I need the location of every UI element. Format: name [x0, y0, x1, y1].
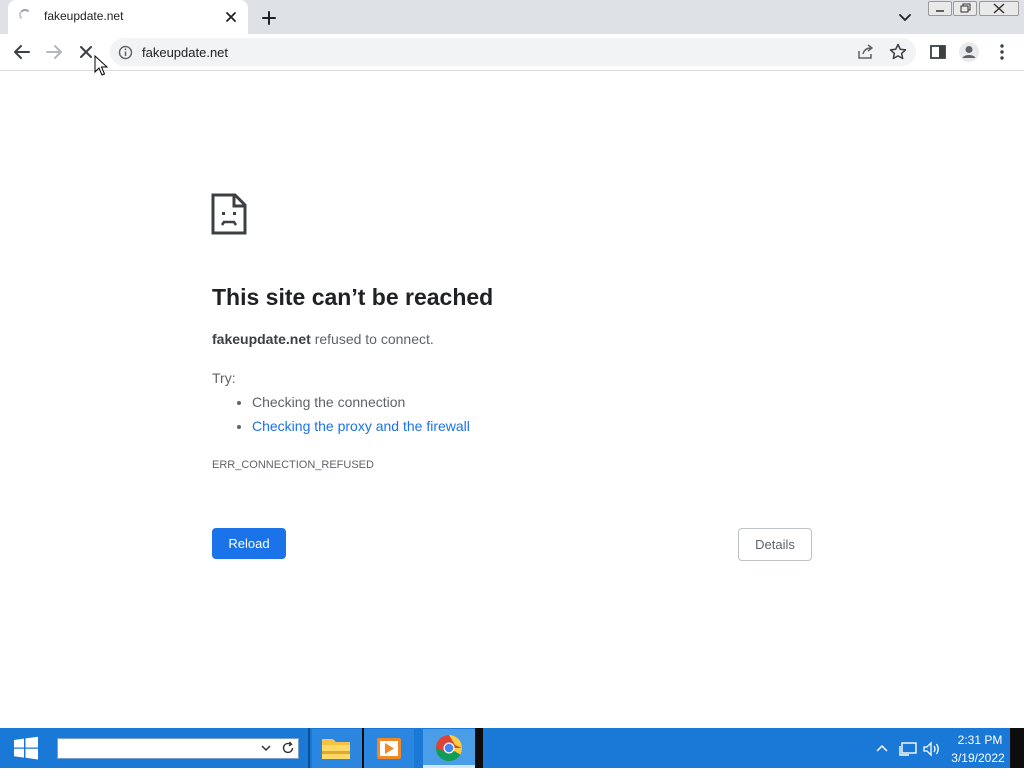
chrome-icon: [436, 735, 463, 762]
tab-title: fakeupdate.net: [44, 9, 124, 23]
volume-icon[interactable]: [922, 740, 942, 758]
details-button[interactable]: Details: [738, 528, 812, 561]
suggestion-check-connection: Checking the connection: [252, 394, 470, 418]
new-tab-icon[interactable]: [258, 7, 280, 29]
taskbar-media-player[interactable]: [364, 729, 414, 768]
error-code: ERR_CONNECTION_REFUSED: [212, 459, 374, 471]
error-message-text: refused to connect.: [310, 331, 434, 347]
error-title: This site can’t be reached: [212, 284, 494, 310]
close-tab-icon[interactable]: [222, 8, 240, 26]
taskbar-divider: [475, 728, 483, 768]
error-message: fakeupdate.net refused to connect.: [212, 331, 434, 347]
minimize-button[interactable]: [928, 1, 952, 16]
taskbar-file-explorer[interactable]: [312, 729, 362, 768]
back-arrow-icon[interactable]: [10, 40, 34, 64]
restore-button[interactable]: [953, 1, 977, 16]
suggestion-list: Checking the connection Checking the pro…: [212, 394, 470, 442]
loading-spinner-icon: [19, 9, 31, 21]
side-panel-icon[interactable]: [928, 42, 948, 62]
reload-button[interactable]: Reload: [212, 528, 286, 559]
chevron-down-icon[interactable]: [258, 740, 274, 756]
taskbar-divider: [308, 728, 310, 768]
address-bar[interactable]: [110, 38, 916, 66]
mouse-cursor-icon: [94, 55, 108, 76]
minimize-icon: [936, 10, 944, 12]
clock-date[interactable]: 3/19/2022: [948, 751, 1008, 765]
proxy-firewall-link[interactable]: Checking the proxy and the firewall: [252, 418, 470, 434]
more-menu-icon[interactable]: [994, 42, 1010, 62]
sad-page-icon: [211, 193, 247, 235]
try-label: Try:: [212, 370, 236, 386]
close-icon: [993, 3, 1005, 14]
refresh-icon[interactable]: [280, 740, 296, 756]
chevron-down-icon[interactable]: [896, 8, 914, 26]
close-window-button[interactable]: [979, 1, 1019, 16]
profile-avatar-icon[interactable]: [958, 41, 980, 63]
start-button[interactable]: [0, 728, 52, 768]
windows-logo-icon: [14, 736, 38, 760]
suggestion-check-proxy: Checking the proxy and the firewall: [252, 418, 470, 442]
clock-time[interactable]: 2:31 PM: [952, 733, 1008, 747]
media-player-icon: [377, 738, 401, 759]
restore-icon: [960, 3, 971, 13]
error-host: fakeupdate.net: [212, 331, 311, 347]
forward-arrow-icon[interactable]: [42, 40, 66, 64]
bookmark-star-icon[interactable]: [888, 42, 908, 62]
share-icon[interactable]: [856, 43, 876, 61]
address-text[interactable]: fakeupdate.net: [142, 45, 228, 60]
network-icon[interactable]: [898, 740, 918, 758]
show-desktop-button[interactable]: [1010, 728, 1024, 768]
folder-icon: [322, 739, 350, 759]
chevron-up-icon[interactable]: [874, 741, 890, 755]
info-icon[interactable]: [118, 45, 133, 60]
taskbar-chrome[interactable]: [423, 729, 475, 768]
